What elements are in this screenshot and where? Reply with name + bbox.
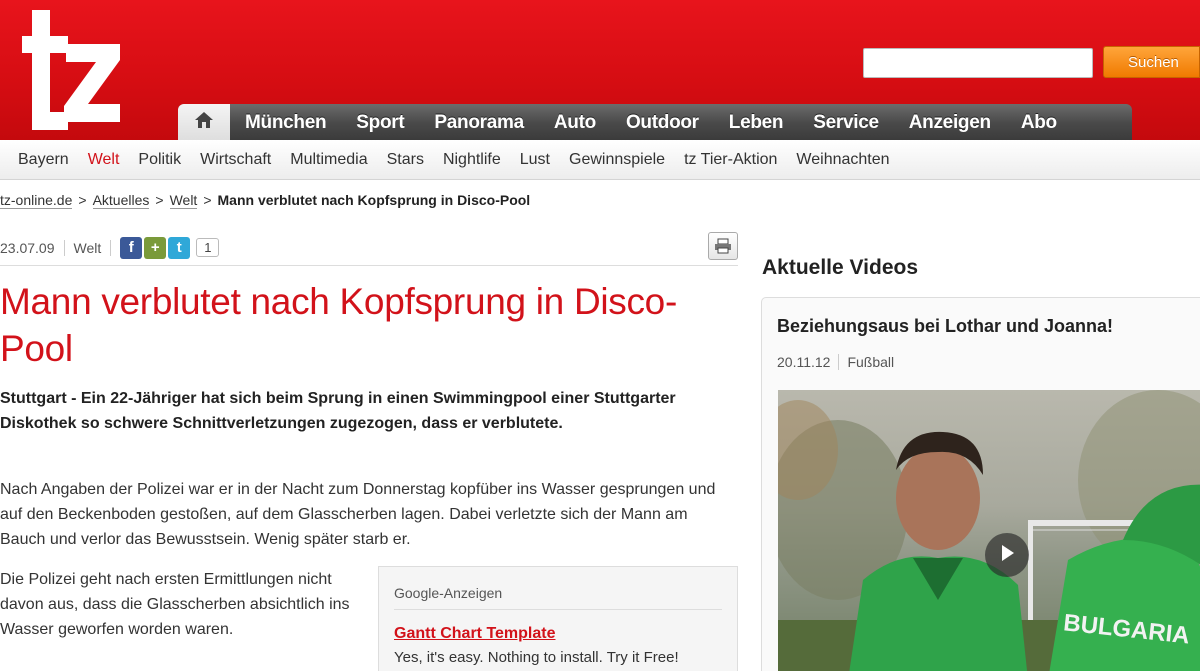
nav-item-service[interactable]: Service <box>798 112 894 134</box>
breadcrumb-home[interactable]: tz-online.de <box>0 192 73 209</box>
subnav-item-stars[interactable]: Stars <box>387 151 424 169</box>
play-button[interactable] <box>985 533 1029 577</box>
nav-item-outdoor[interactable]: Outdoor <box>611 112 714 134</box>
article-headline: Mann verblutet nach Kopfsprung in Disco-… <box>0 281 677 369</box>
sidebar-title: Aktuelle Videos <box>762 256 919 279</box>
facebook-icon[interactable]: f <box>120 236 143 259</box>
breadcrumb-aktuelles[interactable]: Aktuelles <box>92 192 150 209</box>
subnav-item-nightlife[interactable]: Nightlife <box>443 151 501 169</box>
video-title[interactable]: Beziehungsaus bei Lothar und Joanna! <box>777 316 1113 337</box>
play-icon <box>999 544 1015 567</box>
subnav-item-multimedia[interactable]: Multimedia <box>290 151 367 169</box>
video-category[interactable]: Fußball <box>839 354 894 370</box>
nav-item-muenchen[interactable]: München <box>230 112 341 134</box>
breadcrumb-separator: > <box>155 192 164 208</box>
subnav-item-lust[interactable]: Lust <box>520 151 550 169</box>
breadcrumb-separator: > <box>78 192 87 208</box>
nav-item-auto[interactable]: Auto <box>539 112 611 134</box>
article-date: 23.07.09 <box>0 239 65 256</box>
nav-item-panorama[interactable]: Panorama <box>419 112 538 134</box>
share-count: 1 <box>196 238 220 257</box>
twitter-icon[interactable]: t <box>168 236 191 259</box>
social-buttons: f + t 1 <box>120 236 220 259</box>
subnav-item-gewinnspiele[interactable]: Gewinnspiele <box>569 151 665 169</box>
article-paragraph: Die Polizei geht nach ersten Ermittlunge… <box>0 571 350 638</box>
google-ads-box: Google-Anzeigen Gantt Chart Template Yes… <box>378 566 738 671</box>
nav-item-anzeigen[interactable]: Anzeigen <box>894 112 1006 134</box>
article-paragraph: Nach Angaben der Polizei war er in der N… <box>0 481 716 548</box>
ad-link[interactable]: Gantt Chart Template <box>394 625 722 643</box>
tz-logo[interactable] <box>22 8 122 132</box>
ad-text: Yes, it's easy. Nothing to install. Try … <box>394 649 679 666</box>
breadcrumb: tz-online.de > Aktuelles > Welt > Mann verblut… <box>0 192 531 209</box>
plus-share-icon[interactable]: + <box>144 236 167 259</box>
nav-item-leben[interactable]: Leben <box>714 112 798 134</box>
subnav-item-politik[interactable]: Politik <box>138 151 181 169</box>
subnav-item-welt[interactable]: Welt <box>88 151 120 169</box>
subnav-item-tier-aktion[interactable]: tz Tier-Aktion <box>684 151 777 169</box>
video-meta: 20.11.12 Fußball <box>777 354 894 370</box>
article-meta: 23.07.09 Welt f + t 1 <box>0 230 738 266</box>
nav-home[interactable] <box>178 104 230 141</box>
video-date: 20.11.12 <box>777 354 840 370</box>
video-card: Beziehungsaus bei Lothar und Joanna! 20.… <box>761 297 1200 671</box>
nav-item-abo[interactable]: Abo <box>1006 112 1072 134</box>
article-lead: Stuttgart - Ein 22-Jähriger hat sich bei… <box>0 390 676 432</box>
subnav-item-wirtschaft[interactable]: Wirtschaft <box>200 151 271 169</box>
print-icon[interactable] <box>708 232 738 260</box>
video-thumbnail[interactable]: BULGARIA <box>778 390 1200 671</box>
main-navigation: München Sport Panorama Auto Outdoor Lebe… <box>178 104 1132 141</box>
site-header: Suchen München Sport Panorama Auto Outdo… <box>0 0 1200 141</box>
sub-navigation: Bayern Welt Politik Wirtschaft Multimedi… <box>0 140 1200 180</box>
breadcrumb-current: Mann verblutet nach Kopfsprung in Disco-… <box>217 192 531 208</box>
search-button[interactable]: Suchen <box>1103 46 1200 78</box>
home-icon <box>194 111 214 134</box>
ads-title: Google-Anzeigen <box>394 585 722 610</box>
article-section[interactable]: Welt <box>65 239 112 256</box>
breadcrumb-separator: > <box>203 192 212 208</box>
breadcrumb-welt[interactable]: Welt <box>169 192 198 209</box>
search-input[interactable] <box>863 48 1093 78</box>
nav-item-sport[interactable]: Sport <box>341 112 419 134</box>
subnav-item-weihnachten[interactable]: Weihnachten <box>796 151 889 169</box>
subnav-item-bayern[interactable]: Bayern <box>18 151 69 169</box>
